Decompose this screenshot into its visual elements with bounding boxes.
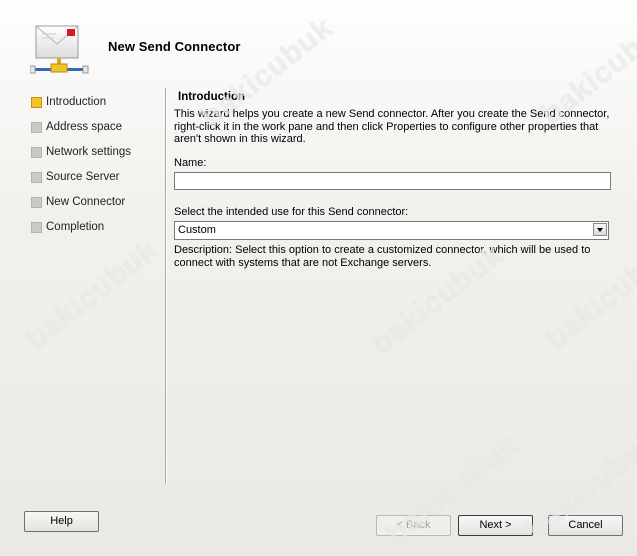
description-text: Description: Select this option to creat… <box>174 244 591 269</box>
next-button[interactable]: Next > <box>458 515 533 536</box>
step-address-space: Address space <box>30 120 131 145</box>
pane-divider <box>165 88 166 484</box>
intended-use-label: Select the intended use for this Send co… <box>174 206 409 218</box>
step-network-settings: Network settings <box>30 145 131 170</box>
cancel-button[interactable]: Cancel <box>548 515 623 536</box>
name-label: Name: <box>174 157 207 169</box>
step-source-server: Source Server <box>30 170 131 195</box>
step-status-icon <box>31 97 42 108</box>
step-introduction: Introduction <box>30 95 131 120</box>
step-status-icon <box>31 222 42 233</box>
step-completion: Completion <box>30 220 131 245</box>
step-label: Source Server <box>46 171 120 183</box>
step-label: Completion <box>46 221 105 233</box>
watermark: bakicubuk <box>20 233 165 357</box>
section-title: Introduction <box>178 91 246 103</box>
step-status-icon <box>31 172 42 183</box>
step-status-icon <box>31 197 42 208</box>
help-button[interactable]: Help <box>24 511 99 532</box>
intro-text: This wizard helps you create a new Send … <box>174 108 610 145</box>
step-new-connector: New Connector <box>30 195 131 220</box>
intended-use-select[interactable]: Custom <box>174 221 609 240</box>
step-status-icon <box>31 147 42 158</box>
intended-use-value: Custom <box>178 224 216 236</box>
back-button[interactable]: < Back <box>376 515 451 536</box>
step-status-icon <box>31 122 42 133</box>
step-label: Address space <box>46 121 123 133</box>
name-input[interactable] <box>174 172 611 190</box>
send-connector-icon <box>29 22 92 80</box>
wizard-step-list: Introduction Address space Network setti… <box>30 95 131 245</box>
new-send-connector-wizard: New Send Connector Introduction Address … <box>0 0 637 556</box>
step-label: Network settings <box>46 146 132 158</box>
step-label: Introduction <box>46 96 107 108</box>
dropdown-arrow-icon[interactable] <box>593 223 607 236</box>
step-label: New Connector <box>46 196 126 208</box>
wizard-title: New Send Connector <box>108 39 241 54</box>
